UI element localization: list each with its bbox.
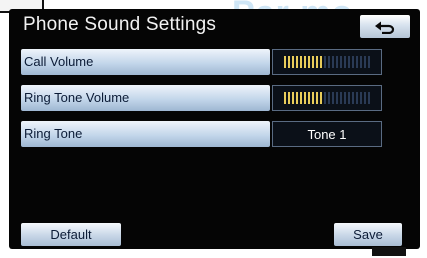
meter-segment xyxy=(336,56,338,68)
save-button[interactable]: Save xyxy=(334,223,402,246)
meter-segment xyxy=(332,92,334,104)
ring-tone-volume-meter xyxy=(284,92,370,104)
default-button[interactable]: Default xyxy=(21,223,121,246)
meter-segment xyxy=(312,56,314,68)
meter-segment xyxy=(308,92,310,104)
meter-segment xyxy=(316,56,318,68)
call-volume-button[interactable]: Call Volume xyxy=(21,49,270,75)
meter-segment xyxy=(296,92,298,104)
ring-tone-volume-button[interactable]: Ring Tone Volume xyxy=(21,85,270,111)
meter-segment xyxy=(328,92,330,104)
meter-segment xyxy=(360,56,362,68)
meter-segment xyxy=(356,92,358,104)
meter-segment xyxy=(352,56,354,68)
meter-segment xyxy=(312,92,314,104)
ring-tone-volume-meter-box[interactable] xyxy=(272,85,382,111)
meter-segment xyxy=(340,56,342,68)
call-volume-row: Call Volume xyxy=(21,49,382,75)
meter-segment xyxy=(284,92,286,104)
meter-segment xyxy=(300,92,302,104)
ring-tone-button[interactable]: Ring Tone xyxy=(21,121,270,147)
meter-segment xyxy=(356,56,358,68)
meter-segment xyxy=(300,56,302,68)
call-volume-meter-box[interactable] xyxy=(272,49,382,75)
meter-segment xyxy=(368,56,370,68)
back-arrow-icon xyxy=(375,21,395,34)
meter-segment xyxy=(360,92,362,104)
meter-segment xyxy=(324,92,326,104)
meter-segment xyxy=(352,92,354,104)
meter-segment xyxy=(320,56,322,68)
meter-segment xyxy=(348,92,350,104)
meter-segment xyxy=(304,56,306,68)
meter-segment xyxy=(324,56,326,68)
ring-tone-row: Ring Tone Tone 1 xyxy=(21,121,382,147)
meter-segment xyxy=(336,92,338,104)
meter-segment xyxy=(340,92,342,104)
meter-segment xyxy=(284,56,286,68)
meter-segment xyxy=(368,92,370,104)
meter-segment xyxy=(292,92,294,104)
back-button[interactable] xyxy=(360,15,410,38)
ring-tone-volume-row: Ring Tone Volume xyxy=(21,85,382,111)
meter-segment xyxy=(344,92,346,104)
meter-segment xyxy=(364,56,366,68)
meter-segment xyxy=(316,92,318,104)
meter-segment xyxy=(296,56,298,68)
settings-screen: Phone Sound Settings Call Volume Ring To… xyxy=(9,9,420,249)
ring-tone-value: Tone 1 xyxy=(307,126,347,142)
page-frame: Par mo Phone Sound Settings Call Volume … xyxy=(0,0,427,258)
meter-segment xyxy=(328,56,330,68)
meter-segment xyxy=(332,56,334,68)
meter-segment xyxy=(344,56,346,68)
page-title: Phone Sound Settings xyxy=(23,14,217,35)
meter-segment xyxy=(320,92,322,104)
meter-segment xyxy=(288,56,290,68)
meter-segment xyxy=(308,56,310,68)
meter-segment xyxy=(304,92,306,104)
meter-segment xyxy=(288,92,290,104)
meter-segment xyxy=(292,56,294,68)
meter-segment xyxy=(348,56,350,68)
call-volume-meter xyxy=(284,56,370,68)
ring-tone-value-box[interactable]: Tone 1 xyxy=(272,121,382,147)
corner-mark xyxy=(372,247,406,256)
meter-segment xyxy=(364,92,366,104)
